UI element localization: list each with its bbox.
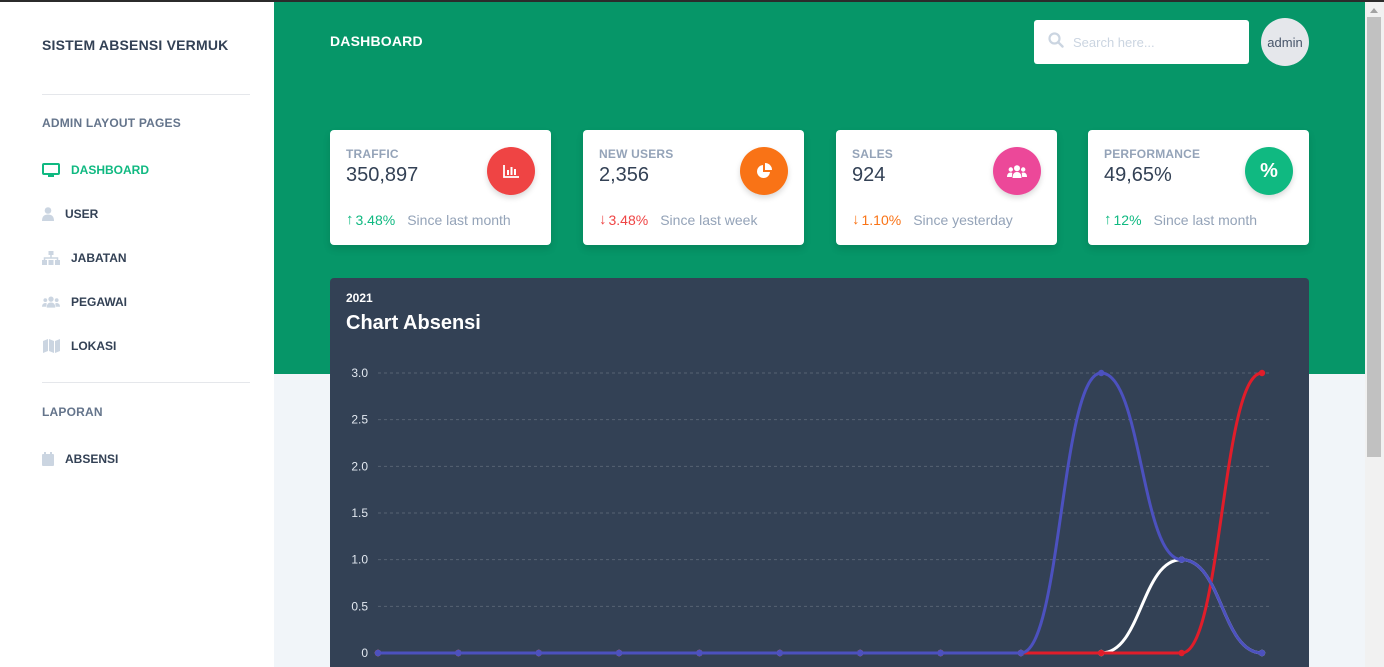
pie-chart-icon	[740, 147, 788, 195]
scrollbar[interactable]	[1365, 2, 1384, 667]
stat-change-value: 3.48%	[355, 211, 396, 228]
stat-value: 49,65%	[1104, 164, 1172, 186]
calendar-icon	[42, 451, 54, 467]
window-top-border	[0, 0, 1384, 2]
page-title[interactable]: DASHBOARD	[330, 33, 423, 49]
stat-since: Since yesterday	[913, 211, 1013, 228]
stat-label: TRAFFIC	[346, 147, 399, 161]
stat-value: 350,897	[346, 164, 419, 186]
sidebar-item-label: LOKASI	[71, 339, 117, 353]
data-point	[374, 649, 382, 657]
data-point	[1258, 369, 1266, 377]
data-point	[1178, 556, 1185, 563]
avatar[interactable]: admin	[1261, 18, 1309, 66]
y-tick-label: 1.0	[351, 553, 368, 567]
sidebar-item-label: DASHBOARD	[71, 163, 149, 177]
y-tick-label: 2.0	[351, 459, 368, 473]
stat-card-performance: PERFORMANCE 49,65% % ↑ 12% Since last mo…	[1088, 130, 1309, 245]
data-point	[1178, 649, 1185, 657]
y-tick-label: 3.0	[351, 366, 368, 380]
sidebar-item-lokasi[interactable]: LOKASI	[42, 336, 116, 356]
stat-change-value: 12%	[1113, 211, 1142, 228]
sidebar-item-jabatan[interactable]: JABATAN	[42, 248, 127, 268]
map-icon	[42, 338, 60, 354]
stat-label: SALES	[852, 147, 894, 161]
line-chart: 0 0.5 1.0 1.5 2.0 2.5 3.0	[351, 366, 1270, 660]
search-box[interactable]	[1034, 20, 1249, 64]
sidebar-item-absensi[interactable]: ABSENSI	[42, 449, 118, 469]
stat-change-value: 3.48%	[608, 211, 649, 228]
y-tick-label: 1.5	[351, 506, 368, 520]
stat-since: Since last week	[660, 211, 758, 228]
sitemap-icon	[42, 250, 60, 266]
y-tick-label: 2.5	[351, 413, 368, 427]
data-point	[856, 649, 864, 657]
brand-title[interactable]: SISTEM ABSENSI VERMUK	[42, 37, 228, 53]
sidebar: SISTEM ABSENSI VERMUK ADMIN LAYOUT PAGES…	[0, 2, 274, 667]
stat-label: PERFORMANCE	[1104, 147, 1201, 161]
sidebar-item-dashboard[interactable]: DASHBOARD	[42, 160, 149, 180]
search-input[interactable]	[1073, 34, 1233, 50]
stat-card-traffic: TRAFFIC 350,897 ↑ 3.48% Since last month	[330, 130, 551, 245]
users-icon	[993, 147, 1041, 195]
stat-since: Since last month	[1153, 211, 1258, 228]
bar-chart-icon	[487, 147, 535, 195]
arrow-up-icon: ↑	[346, 211, 354, 228]
scroll-up-icon[interactable]	[1370, 8, 1378, 13]
y-tick-label: 0	[361, 646, 368, 660]
stat-value: 2,356	[599, 164, 650, 186]
stat-change-value: 1.10%	[861, 211, 902, 228]
data-point	[937, 649, 944, 657]
data-point	[1017, 649, 1025, 657]
data-point	[535, 649, 542, 657]
stat-card-sales: SALES 924 ↓ 1.10% Since yesterday	[836, 130, 1057, 245]
sidebar-item-label: JABATAN	[71, 251, 127, 265]
data-point	[1098, 649, 1105, 657]
stat-since: Since last month	[407, 211, 511, 228]
stat-label: NEW USERS	[599, 147, 674, 161]
user-icon	[42, 206, 54, 222]
chart-card: 2021 Chart Absensi 0 0.5 1.0 1.5 2.0 2.5 3.0	[330, 278, 1309, 667]
section-heading-report: LAPORAN	[42, 405, 103, 419]
section-heading-admin: ADMIN LAYOUT PAGES	[42, 116, 181, 130]
sidebar-item-user[interactable]: USER	[42, 204, 98, 224]
data-point	[615, 649, 623, 657]
stat-change: ↑ 12% Since last month	[1104, 211, 1257, 228]
sidebar-item-label: ABSENSI	[65, 452, 119, 466]
stat-value: 924	[852, 164, 886, 186]
percent-icon: %	[1245, 147, 1293, 195]
search-icon	[1048, 31, 1064, 53]
stat-change: ↑ 3.48% Since last month	[346, 211, 511, 228]
data-point	[776, 649, 784, 657]
y-tick-label: 0.5	[351, 599, 368, 613]
sidebar-divider	[42, 94, 250, 95]
arrow-up-icon: ↑	[1104, 211, 1112, 228]
sidebar-item-label: PEGAWAI	[71, 295, 128, 309]
data-point	[1258, 649, 1266, 657]
arrow-down-icon: ↓	[599, 211, 607, 228]
data-point	[696, 649, 703, 657]
arrow-down-icon: ↓	[852, 211, 860, 228]
stat-change: ↓ 1.10% Since yesterday	[852, 211, 1013, 228]
sidebar-divider	[42, 382, 250, 383]
data-point	[1098, 369, 1105, 377]
monitor-icon	[42, 162, 60, 178]
sidebar-item-pegawai[interactable]: PEGAWAI	[42, 292, 127, 312]
stat-card-new-users: NEW USERS 2,356 ↓ 3.48% Since last week	[583, 130, 804, 245]
sidebar-item-label: USER	[65, 207, 99, 221]
data-point	[455, 649, 462, 657]
users-icon	[42, 294, 60, 310]
stat-change: ↓ 3.48% Since last week	[599, 211, 757, 228]
scrollbar-thumb[interactable]	[1367, 17, 1381, 457]
